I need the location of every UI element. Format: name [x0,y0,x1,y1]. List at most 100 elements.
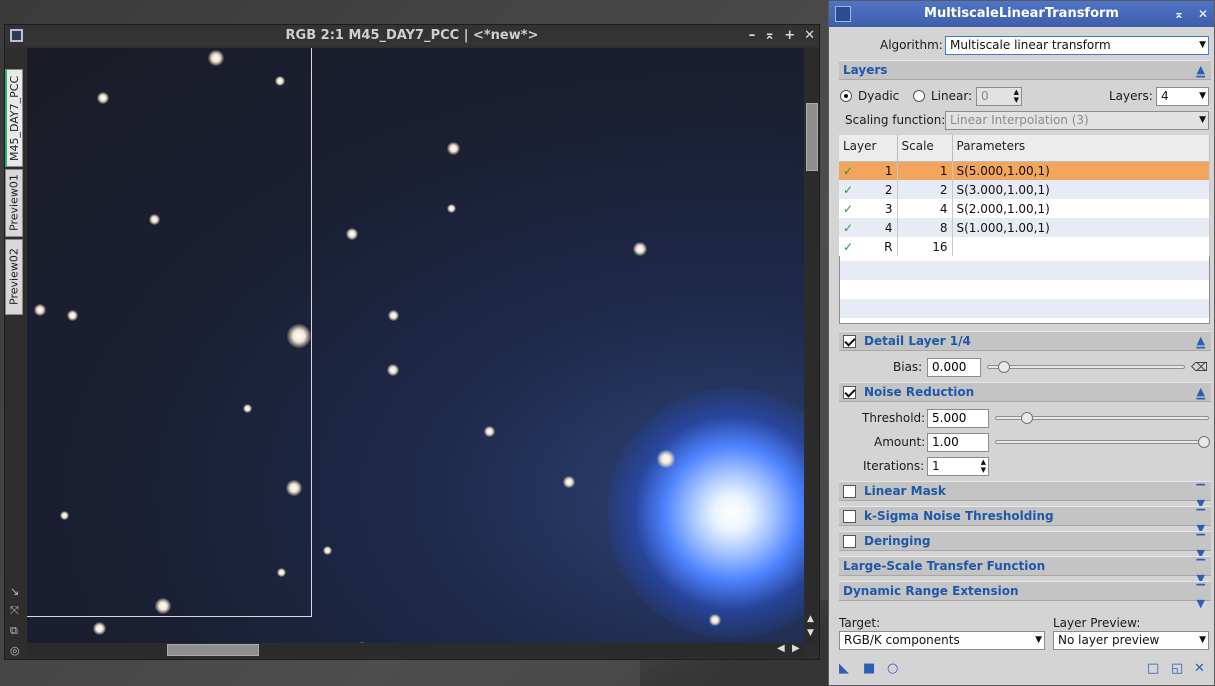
amount-field[interactable]: 1.00 [927,432,989,452]
minimize-button[interactable]: – [749,25,756,47]
star [387,364,399,376]
bias-slider[interactable] [987,361,1185,373]
layers-table[interactable]: Layer Scale Parameters ✓ 1 1 S(5.000,1.00… [839,135,1210,256]
noise-reduction-checkbox[interactable] [843,385,856,399]
table-row[interactable]: ✓ 1 1 S(5.000,1.00,1) [839,161,1210,180]
shade-button[interactable]: ⌅ [764,25,775,47]
new-instance-icon[interactable]: ◣ [839,661,849,676]
documentation-icon[interactable]: ◱ [1171,661,1183,676]
detail-layer-section-header[interactable]: Detail Layer 1/4 ▲ ▔ [839,331,1211,360]
shade-button[interactable]: ⌅ [1174,1,1184,27]
linear-spinbox[interactable]: 0 ▲ ▼ [976,86,1022,106]
enabled-check-icon[interactable]: ✓ [843,164,853,178]
lstf-section-header[interactable]: Large-Scale Transfer Function ▔ ▼ [839,556,1211,585]
linear-mask-section-header[interactable]: Linear Mask ▔ ▼ [839,481,1211,510]
tab-preview02[interactable]: Preview02 [5,239,23,315]
reset-icon[interactable]: ⌫ [1191,360,1208,374]
clone-view-icon[interactable]: ⧉ [10,624,20,638]
zoom-fit-icon[interactable]: ↘ [10,585,20,598]
preview-outline[interactable] [27,48,312,617]
linear-radio[interactable] [913,90,925,102]
bias-slider-knob[interactable] [998,361,1010,373]
amount-slider-knob[interactable] [1198,436,1210,448]
process-icon[interactable] [835,6,851,22]
image-canvas[interactable] [27,48,804,643]
scale-cell: 4 [897,199,953,218]
deringing-section-header[interactable]: Deringing ▔ ▼ [839,531,1211,560]
close-button[interactable]: ✕ [804,25,815,47]
horizontal-scrollbar[interactable]: ◀ ▶ [27,643,804,657]
scroll-right-icon[interactable]: ▶ [792,643,800,654]
chevron-down-icon: ▼ [1199,90,1206,101]
star [709,614,721,626]
scroll-left-icon[interactable]: ◀ [777,643,785,654]
scroll-down-icon[interactable]: ▼ [807,628,814,638]
enabled-check-icon[interactable]: ✓ [843,240,853,254]
zoom-cross-icon[interactable]: ⤧ [10,604,20,618]
deringing-checkbox[interactable] [843,534,856,548]
amount-slider[interactable] [995,436,1210,448]
table-row[interactable]: ✓ 3 4 S(2.000,1.00,1) [839,199,1210,218]
scroll-up-icon[interactable]: ▲ [807,614,814,624]
linear-mask-title: Linear Mask [864,484,946,498]
table-row[interactable]: ✓ 4 8 S(1.000,1.00,1) [839,218,1210,237]
star [484,426,495,437]
apply-global-icon[interactable]: ○ [887,661,898,676]
close-button[interactable]: ✕ [1198,1,1208,27]
layers-section-header[interactable]: Layers ▲ ▔ [839,60,1211,89]
bias-field[interactable]: 0.000 [927,357,981,377]
parameters-cell: S(3.000,1.00,1) [952,180,1210,199]
dyadic-radio[interactable] [840,90,852,102]
vertical-scrollbar[interactable]: ▲ ▼ [805,48,819,643]
scaling-value: Linear Interpolation (3) [950,112,1089,127]
scaling-label: Scaling function: [845,113,946,127]
ksigma-checkbox[interactable] [843,509,856,523]
threshold-slider-knob[interactable] [1021,412,1033,424]
star [323,546,332,555]
column-header-parameters[interactable]: Parameters [952,135,1210,162]
layer-preview-select[interactable]: No layer preview ▼ [1053,631,1209,650]
apply-icon[interactable]: ■ [863,661,875,676]
vertical-scroll-thumb[interactable] [806,103,818,171]
spin-icon[interactable]: ▲ ▼ [1014,88,1019,104]
column-header-scale[interactable]: Scale [897,135,953,162]
detail-layer-checkbox[interactable] [843,334,856,348]
enabled-check-icon[interactable]: ✓ [843,202,853,216]
algorithm-select[interactable]: Multiscale linear transform ▼ [945,35,1209,55]
scaling-select[interactable]: Linear Interpolation (3) ▼ [945,110,1209,130]
star [563,476,575,488]
target-icon[interactable]: ◎ [10,644,20,657]
threshold-slider[interactable] [995,412,1209,424]
dre-section-header[interactable]: Dynamic Range Extension ▔ ▼ [839,581,1211,610]
enabled-check-icon[interactable]: ✓ [843,221,853,235]
tab-main-view[interactable]: M45_DAY7_PCC [5,69,23,167]
preview-icon[interactable]: □ [1147,661,1159,676]
table-row[interactable]: ✓ 2 2 S(3.000,1.00,1) [839,180,1210,199]
tab-preview01[interactable]: Preview01 [5,169,23,237]
layers-count-select[interactable]: 4 ▼ [1156,86,1209,106]
noise-reduction-section-header[interactable]: Noise Reduction ▲ ▔ [839,382,1211,411]
linear-mask-checkbox[interactable] [843,484,856,498]
layer-cell: R [884,239,893,254]
horizontal-scroll-thumb[interactable] [167,644,259,656]
dre-title: Dynamic Range Extension [843,584,1019,598]
column-header-layer[interactable]: Layer [839,135,898,162]
window-menu-icon[interactable] [10,29,23,42]
maximize-button[interactable]: + [784,25,795,47]
target-select[interactable]: RGB/K components ▼ [839,631,1045,650]
chevron-down-icon: ▼ [1199,39,1206,50]
linear-value: 0 [981,88,989,103]
ksigma-section-header[interactable]: k-Sigma Noise Thresholding ▔ ▼ [839,506,1211,535]
window-controls: – ⌅ + ✕ [749,25,815,47]
spin-icon[interactable]: ▲ ▼ [981,458,986,474]
iterations-spinbox[interactable]: 1 ▲ ▼ [927,456,989,476]
view-tabs: M45_DAY7_PCC Preview01 Preview02 [5,69,26,317]
layers-count-value: 4 [1161,88,1169,103]
expand-icon[interactable]: ▔ ▼ [1197,584,1205,610]
table-row[interactable]: ✓ R 16 [839,237,1210,256]
lstf-title: Large-Scale Transfer Function [843,559,1046,573]
threshold-field[interactable]: 5.000 [927,408,989,428]
reset-icon[interactable]: ✕ [1194,661,1205,676]
enabled-check-icon[interactable]: ✓ [843,183,853,197]
noise-reduction-title: Noise Reduction [864,385,975,399]
